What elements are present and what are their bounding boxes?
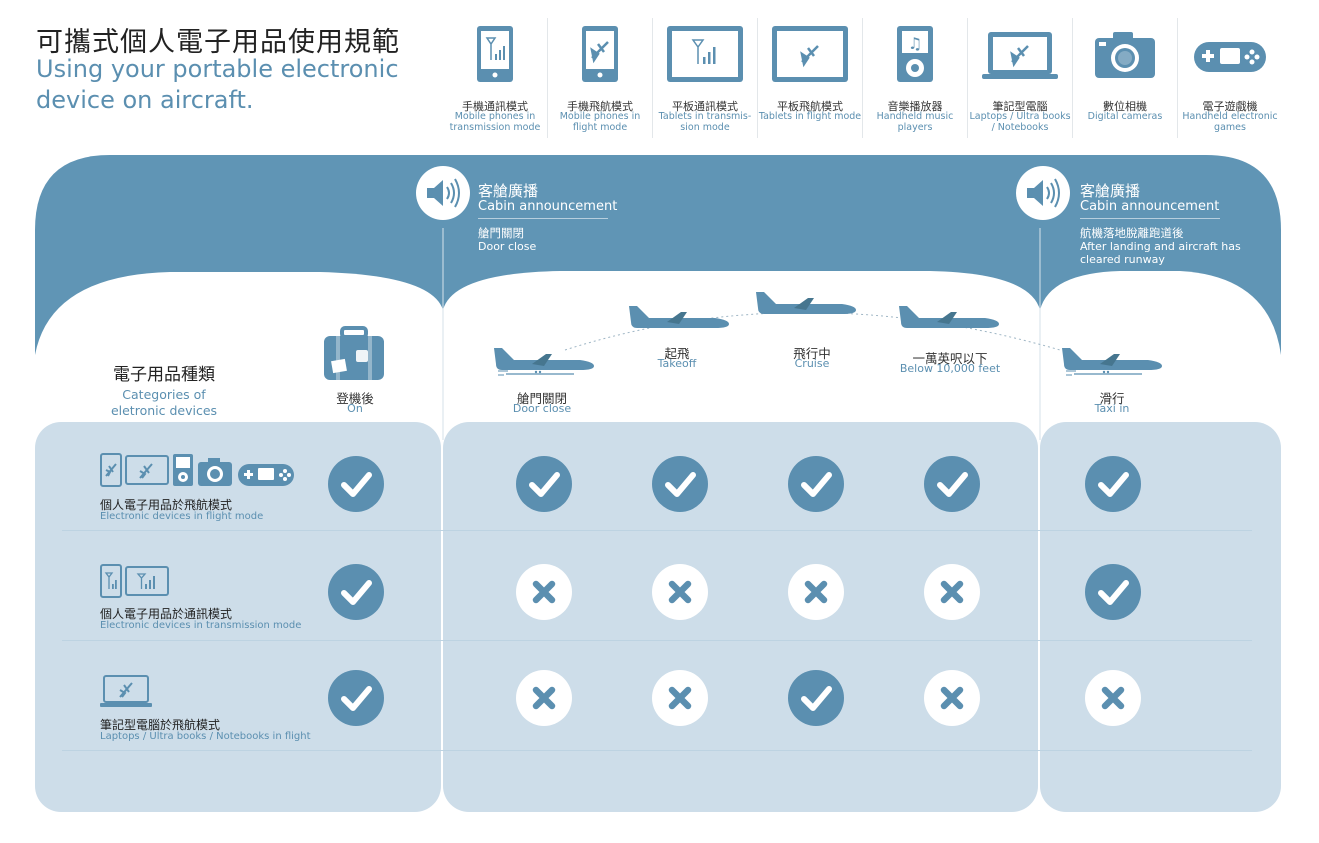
tablet-flight-icon	[772, 26, 848, 82]
panel-right	[1040, 422, 1281, 812]
announcement-event-zh: 艙門關閉	[478, 226, 524, 240]
legend-label-en: Laptops / Ultra books / Notebooks	[969, 111, 1071, 133]
legend-item-mobile-flight: 手機飛航模式 Mobile phones in flight mode	[548, 18, 653, 138]
camera-icon	[198, 458, 232, 486]
announcement-event-en: Door close	[478, 240, 537, 253]
categories-header-en: Categories of eletronic devices	[110, 387, 218, 418]
mobile-flight-icon	[582, 26, 618, 82]
check-icon	[924, 456, 980, 512]
phase-label-en: Takeoff	[657, 357, 697, 370]
legend-item-mobile-transmission: 手機通訊模式 Mobile phones in transmission mod…	[443, 18, 548, 138]
announcement-title-en: Cabin announcement	[478, 199, 618, 214]
row-label-en: Electronic devices in flight mode	[100, 511, 264, 522]
gamepad-icon	[238, 464, 294, 486]
legend-item-tablet-transmission: 平板通訊模式 Tablets in transmis-sion mode	[653, 18, 758, 138]
legend-item-music-player: ♫ 音樂播放器 Handheld music players	[863, 18, 968, 138]
cross-icon	[924, 670, 980, 726]
phase-label-en: On	[347, 402, 363, 415]
check-icon	[1085, 564, 1141, 620]
row-label-en: Electronic devices in transmission mode	[100, 620, 302, 631]
legend-label-en: Mobile phones in flight mode	[559, 111, 641, 133]
tablet-transmission-icon	[125, 566, 169, 596]
plane-icon	[756, 292, 856, 314]
categories-header: 電子用品種類 Categories of eletronic devices	[100, 360, 228, 419]
legend-label-en: Tablets in transmis-sion mode	[658, 111, 752, 133]
phase-label-en: Taxi in	[1094, 402, 1130, 415]
plane-icon	[494, 348, 594, 376]
phase-label-en: Door close	[512, 402, 572, 415]
check-icon	[328, 670, 384, 726]
plane-icon	[1062, 348, 1162, 376]
page-subtitle: Using your portable electronic device on…	[36, 55, 399, 114]
gamepad-icon	[1194, 42, 1266, 72]
check-icon	[788, 670, 844, 726]
row-label-en: Laptops / Ultra books / Notebooks in fli…	[100, 731, 311, 742]
mobile-transmission-icon	[477, 26, 513, 82]
device-group-icons	[100, 453, 294, 487]
music-player-icon: ♫	[897, 26, 933, 82]
row-divider	[62, 750, 1252, 751]
device-legend: 手機通訊模式 Mobile phones in transmission mod…	[443, 18, 1285, 138]
check-icon	[328, 456, 384, 512]
announcement-underline	[1080, 218, 1220, 219]
camera-icon	[1095, 32, 1155, 78]
legend-label-en: Handheld electronic games	[1182, 111, 1278, 133]
cross-icon	[788, 564, 844, 620]
announcement-title-en: Cabin announcement	[1080, 199, 1220, 214]
categories-header-zh: 電子用品種類	[113, 365, 215, 385]
plane-icon	[629, 306, 729, 328]
cross-icon	[652, 564, 708, 620]
speaker-icon	[1016, 166, 1070, 220]
legend-label-en: Tablets in flight mode	[758, 111, 862, 122]
check-icon	[1085, 456, 1141, 512]
tablet-flight-icon	[125, 455, 169, 485]
check-icon	[788, 456, 844, 512]
svg-text:♫: ♫	[908, 34, 922, 53]
legend-item-camera: 數位相機 Digital cameras	[1073, 18, 1178, 138]
legend-item-laptop: 筆記型電腦 Laptops / Ultra books / Notebooks	[968, 18, 1073, 138]
legend-label-en: Handheld music players	[876, 111, 954, 133]
tablet-transmission-icon	[667, 26, 743, 82]
mobile-transmission-icon	[100, 564, 122, 598]
legend-label-en: Mobile phones in transmission mode	[449, 111, 541, 133]
row-divider	[62, 530, 1252, 531]
announcement-event-zh: 航機落地脫離跑道後	[1080, 226, 1184, 240]
speaker-icon	[416, 166, 470, 220]
music-player-icon	[173, 454, 193, 486]
cross-icon	[924, 564, 980, 620]
cross-icon	[652, 670, 708, 726]
phase-label-en: Below 10,000 feet	[899, 362, 1001, 375]
mobile-flight-icon	[100, 453, 122, 487]
check-icon	[652, 456, 708, 512]
announcement-event-en: After landing and aircraft has cleared r…	[1080, 240, 1241, 266]
check-icon	[516, 456, 572, 512]
cross-icon	[516, 670, 572, 726]
cross-icon	[516, 564, 572, 620]
check-icon	[328, 564, 384, 620]
legend-item-gamepad: 電子遊戲機 Handheld electronic games	[1178, 18, 1282, 138]
laptop-icon	[100, 675, 152, 707]
legend-label-en: Digital cameras	[1087, 111, 1163, 122]
announcement-title-zh: 客艙廣播	[1080, 182, 1141, 200]
announcement-underline	[478, 218, 608, 219]
phase-label-en: Cruise	[794, 357, 830, 370]
row-divider	[62, 640, 1252, 641]
laptop-icon	[982, 32, 1058, 79]
device-group-icons	[100, 564, 169, 598]
plane-icon	[899, 306, 999, 328]
legend-item-tablet-flight: 平板飛航模式 Tablets in flight mode	[758, 18, 863, 138]
luggage-icon	[324, 326, 384, 380]
announcement-title-zh: 客艙廣播	[478, 182, 539, 200]
cross-icon	[1085, 670, 1141, 726]
